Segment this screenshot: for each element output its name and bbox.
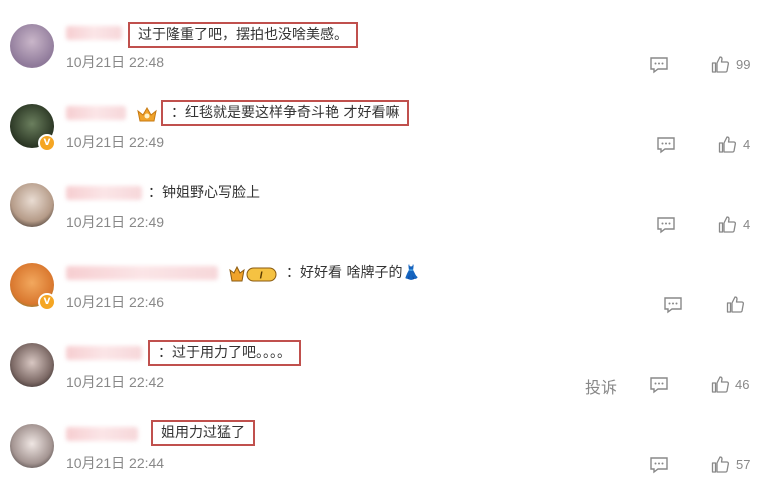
comment-text: ：钟姐野心写脸上: [148, 185, 260, 201]
like-icon[interactable]: [711, 55, 729, 73]
comment-item: ：钟姐野心写脸上 10月21日 22:49 4: [0, 176, 780, 256]
comment-item: 姐用力过猛了 10月21日 22:44 57: [0, 414, 780, 494]
like-icon[interactable]: [718, 135, 736, 153]
username-blurred[interactable]: [66, 266, 218, 280]
reply-icon[interactable]: [649, 56, 669, 74]
avatar[interactable]: [10, 424, 54, 468]
comment-text: ：红毯就是要这样争奇斗艳 才好看嘛: [161, 100, 410, 126]
comment-time: 10月21日 22:42: [66, 374, 165, 390]
username-blurred[interactable]: [66, 106, 126, 120]
comment-time: 10月21日 22:48: [66, 54, 165, 70]
username-blurred[interactable]: [66, 346, 142, 360]
like-icon[interactable]: [711, 455, 729, 473]
username-blurred[interactable]: [66, 26, 122, 40]
comment-time: 10月21日 22:49: [66, 134, 165, 150]
like-count: 57: [736, 457, 751, 472]
level-badge-label: I: [260, 271, 263, 282]
verified-badge: V: [38, 293, 56, 311]
reply-icon[interactable]: [656, 136, 676, 154]
avatar[interactable]: [10, 183, 54, 227]
comment-time: 10月21日 22:44: [66, 455, 165, 471]
reply-icon[interactable]: [656, 216, 676, 234]
username-blurred[interactable]: [66, 186, 142, 200]
avatar[interactable]: [10, 343, 54, 387]
comment-item: 过于隆重了吧，摆拍也没啥美感。 10月21日 22:48 99: [0, 14, 780, 94]
level-badge-icon: I: [229, 265, 277, 282]
like-icon[interactable]: [718, 215, 736, 233]
comment-time: 10月21日 22:46: [66, 294, 165, 310]
reply-icon[interactable]: [649, 376, 669, 394]
username-blurred[interactable]: [66, 427, 138, 441]
comment-text: ：好好看 啥牌子的👗: [286, 265, 420, 281]
like-icon[interactable]: [726, 295, 744, 313]
verified-badge: V: [38, 134, 56, 152]
fan-crown-icon: [137, 106, 157, 122]
comment-text: 过于隆重了吧，摆拍也没啥美感。: [128, 22, 358, 48]
like-count: 46: [735, 377, 750, 392]
like-count: 99: [736, 57, 751, 72]
reply-icon[interactable]: [649, 456, 669, 474]
comment-item: V ：红毯就是要这样争奇斗艳 才好看嘛 10月21日 22:49 4: [0, 96, 780, 176]
reply-icon[interactable]: [663, 296, 683, 314]
comment-text: ：过于用力了吧。。。。: [148, 340, 301, 366]
comment-item: ：过于用力了吧。。。。 10月21日 22:42 投诉 46: [0, 334, 780, 414]
report-button[interactable]: 投诉: [585, 374, 617, 398]
like-icon[interactable]: [711, 375, 729, 393]
avatar[interactable]: [10, 24, 54, 68]
like-count: 4: [743, 217, 751, 232]
comment-time: 10月21日 22:49: [66, 214, 165, 230]
comment-text: 姐用力过猛了: [151, 420, 255, 446]
like-count: 4: [743, 137, 751, 152]
comment-item: V I ：好好看 啥牌子的👗 10月21日 22:46: [0, 256, 780, 336]
